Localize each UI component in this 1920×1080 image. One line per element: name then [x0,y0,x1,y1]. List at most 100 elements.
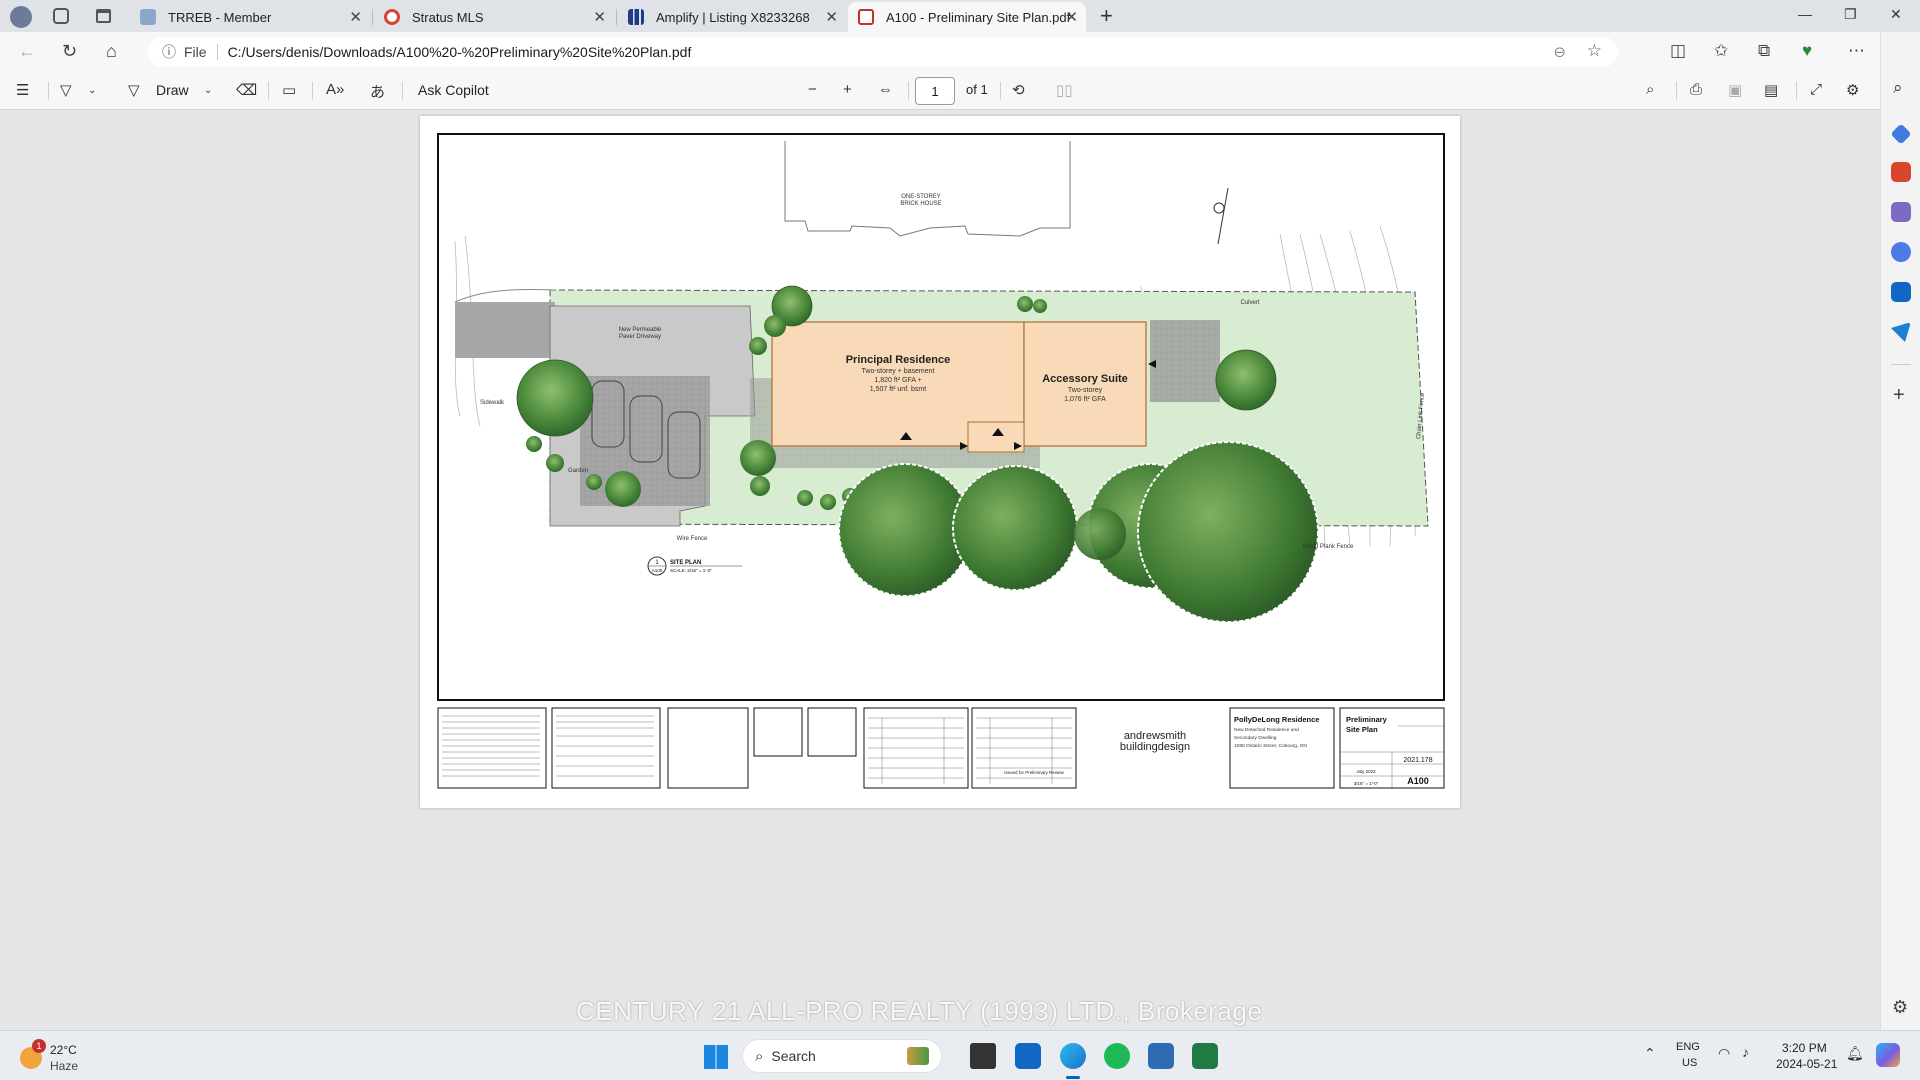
taskbar-search[interactable]: ⌕ Search [742,1039,942,1073]
save-icon[interactable]: ▣ [1728,81,1742,99]
garden-label: Garden [568,468,588,474]
outlook-icon[interactable] [1015,1043,1041,1069]
start-button[interactable] [704,1045,728,1069]
search-icon[interactable]: ⌕ [1893,78,1903,98]
rear-pad [1150,320,1220,402]
weather-widget[interactable]: 1 22°C Haze [16,1039,96,1075]
contents-icon[interactable]: ☰ [16,81,29,99]
principal-line-3: 1,507 ft² unf. bsmt [870,386,926,393]
toolbar-divider [312,82,313,100]
pdf-viewer[interactable]: ONE-STOREY BRICK HOUSE New Permeable Pav… [0,110,1880,1030]
url-input[interactable]: ⓘ File C:/Users/denis/Downloads/A100%20-… [148,37,1618,67]
back-icon[interactable]: ← [18,41,36,62]
fit-width-icon[interactable]: ⇔ [878,81,893,98]
tab-trreb[interactable]: TRREB - Member ✕ [130,2,370,32]
save-as-icon[interactable]: ▤ [1764,81,1778,99]
tab-actions-icon[interactable] [96,9,111,23]
url-divider [216,44,218,60]
zoom-out-icon[interactable]: ⊖ [1553,43,1566,61]
project-line-3: 1080 Ontario Street, Cobourg, ON [1234,743,1307,749]
info-icon[interactable]: ⓘ [162,42,176,62]
close-icon[interactable]: ✕ [593,8,606,26]
project-line-1: New Detached Residence and [1234,727,1299,733]
tab-bar: TRREB - Member ✕ Stratus MLS ✕ Amplify |… [0,0,1920,32]
tools-icon[interactable] [1891,162,1911,182]
chevron-up-icon[interactable]: ⌃ [1644,1045,1656,1062]
zoom-in-icon[interactable]: + [843,81,852,98]
scale-label: 3/16" = 1'-0" [1354,781,1379,786]
home-icon[interactable]: ⌂ [106,41,117,62]
draw-icon[interactable]: ▽ [128,81,140,99]
shopping-icon[interactable] [1890,123,1912,145]
page-number-input[interactable]: 1 [915,77,955,105]
close-icon[interactable]: ✕ [349,8,362,26]
copilot-icon[interactable] [1876,1043,1900,1067]
add-icon[interactable]: + [1893,384,1905,407]
workspaces-icon[interactable] [53,8,69,24]
favorites-icon[interactable]: ✩ [1714,41,1728,61]
draw-button[interactable]: Draw [156,82,189,98]
chevron-down-icon[interactable]: ⌄ [88,85,96,96]
chevron-down-icon[interactable]: ⌄ [204,85,212,96]
clock-time[interactable]: 3:20 PM [1782,1041,1827,1055]
volume-icon[interactable]: ♪ [1742,1044,1749,1060]
clock-date[interactable]: 2024-05-21 [1776,1057,1837,1071]
close-window-button[interactable]: ✕ [1890,6,1902,23]
driveway-label-2: Paver Driveway [619,334,661,340]
tab-stratus[interactable]: Stratus MLS ✕ [374,2,614,32]
close-icon[interactable]: ✕ [1065,8,1078,26]
collections-icon[interactable]: ⧉ [1758,41,1770,61]
refresh-icon[interactable]: ↻ [62,41,77,62]
settings-icon[interactable]: ⚙ [1892,997,1908,1018]
language-line-1[interactable]: ENG [1676,1041,1700,1053]
restore-button[interactable]: ❐ [1844,6,1857,23]
fullscreen-icon[interactable]: ⤢ [1810,81,1822,98]
calculator-icon[interactable] [1148,1043,1174,1069]
send-icon[interactable] [1891,322,1911,342]
sidebar-divider [1891,364,1911,365]
page-view-icon[interactable]: ▯▯ [1056,81,1073,99]
notification-icon[interactable]: 🔔︎ [1846,1045,1864,1062]
new-tab-button[interactable]: + [1100,3,1113,29]
split-screen-icon[interactable]: ◫ [1670,41,1686,61]
toolbar-divider [402,82,403,100]
eraser-icon[interactable]: ⌫ [236,81,257,99]
favorite-star-icon[interactable]: ☆ [1587,41,1602,61]
print-icon[interactable]: ⎙ [1690,81,1702,98]
wifi-icon[interactable]: ◠ [1718,1045,1730,1062]
edge-icon[interactable] [1060,1043,1086,1069]
language-line-2[interactable]: US [1682,1057,1697,1069]
search-icon[interactable]: ⌕ [1646,81,1654,98]
rotate-icon[interactable]: ⟲ [1012,81,1025,99]
games-icon[interactable] [1891,202,1911,222]
excel-icon[interactable] [1192,1043,1218,1069]
site-plan-drawing: ONE-STOREY BRICK HOUSE New Permeable Pav… [437,133,1445,789]
more-options-icon[interactable]: ⋯ [1848,41,1865,61]
read-aloud-icon[interactable]: A» [326,81,344,98]
project-line-2: Secondary Dwelling [1234,735,1277,741]
spotify-icon[interactable] [1104,1043,1130,1069]
url-text[interactable]: C:/Users/denis/Downloads/A100%20-%20Prel… [228,44,692,60]
sheet-title-2: Site Plan [1346,725,1378,734]
highlight-icon[interactable]: ▽ [60,81,72,99]
translate-icon[interactable]: あ [370,81,385,102]
tab-pdf[interactable]: A100 - Preliminary Site Plan.pdf ✕ [848,2,1086,32]
microsoft-365-icon[interactable] [1891,242,1911,262]
minimize-button[interactable]: — [1798,6,1812,22]
address-bar: ← ↻ ⌂ ⓘ File C:/Users/denis/Downloads/A1… [0,32,1920,72]
ask-copilot-button[interactable]: Ask Copilot [418,82,489,98]
accessory-line-2: 1,076 ft² GFA [1064,396,1106,403]
close-icon[interactable]: ✕ [825,8,838,26]
trreb-icon [140,9,156,25]
stratus-icon [384,9,400,25]
zoom-out-icon[interactable]: − [808,81,817,98]
file-explorer-icon[interactable] [970,1043,996,1069]
tab-amplify[interactable]: Amplify | Listing X8233268 ✕ [618,2,846,32]
browser-essentials-icon[interactable]: ♥ [1802,41,1812,61]
profile-avatar[interactable] [10,6,32,28]
outlook-icon[interactable] [1891,282,1911,302]
text-box-icon[interactable]: ▭ [282,81,296,99]
tab-label: A100 - Preliminary Site Plan.pdf [886,9,1071,25]
site-plan-sheet: A100 [652,568,663,573]
settings-icon[interactable]: ⚙ [1846,81,1859,99]
